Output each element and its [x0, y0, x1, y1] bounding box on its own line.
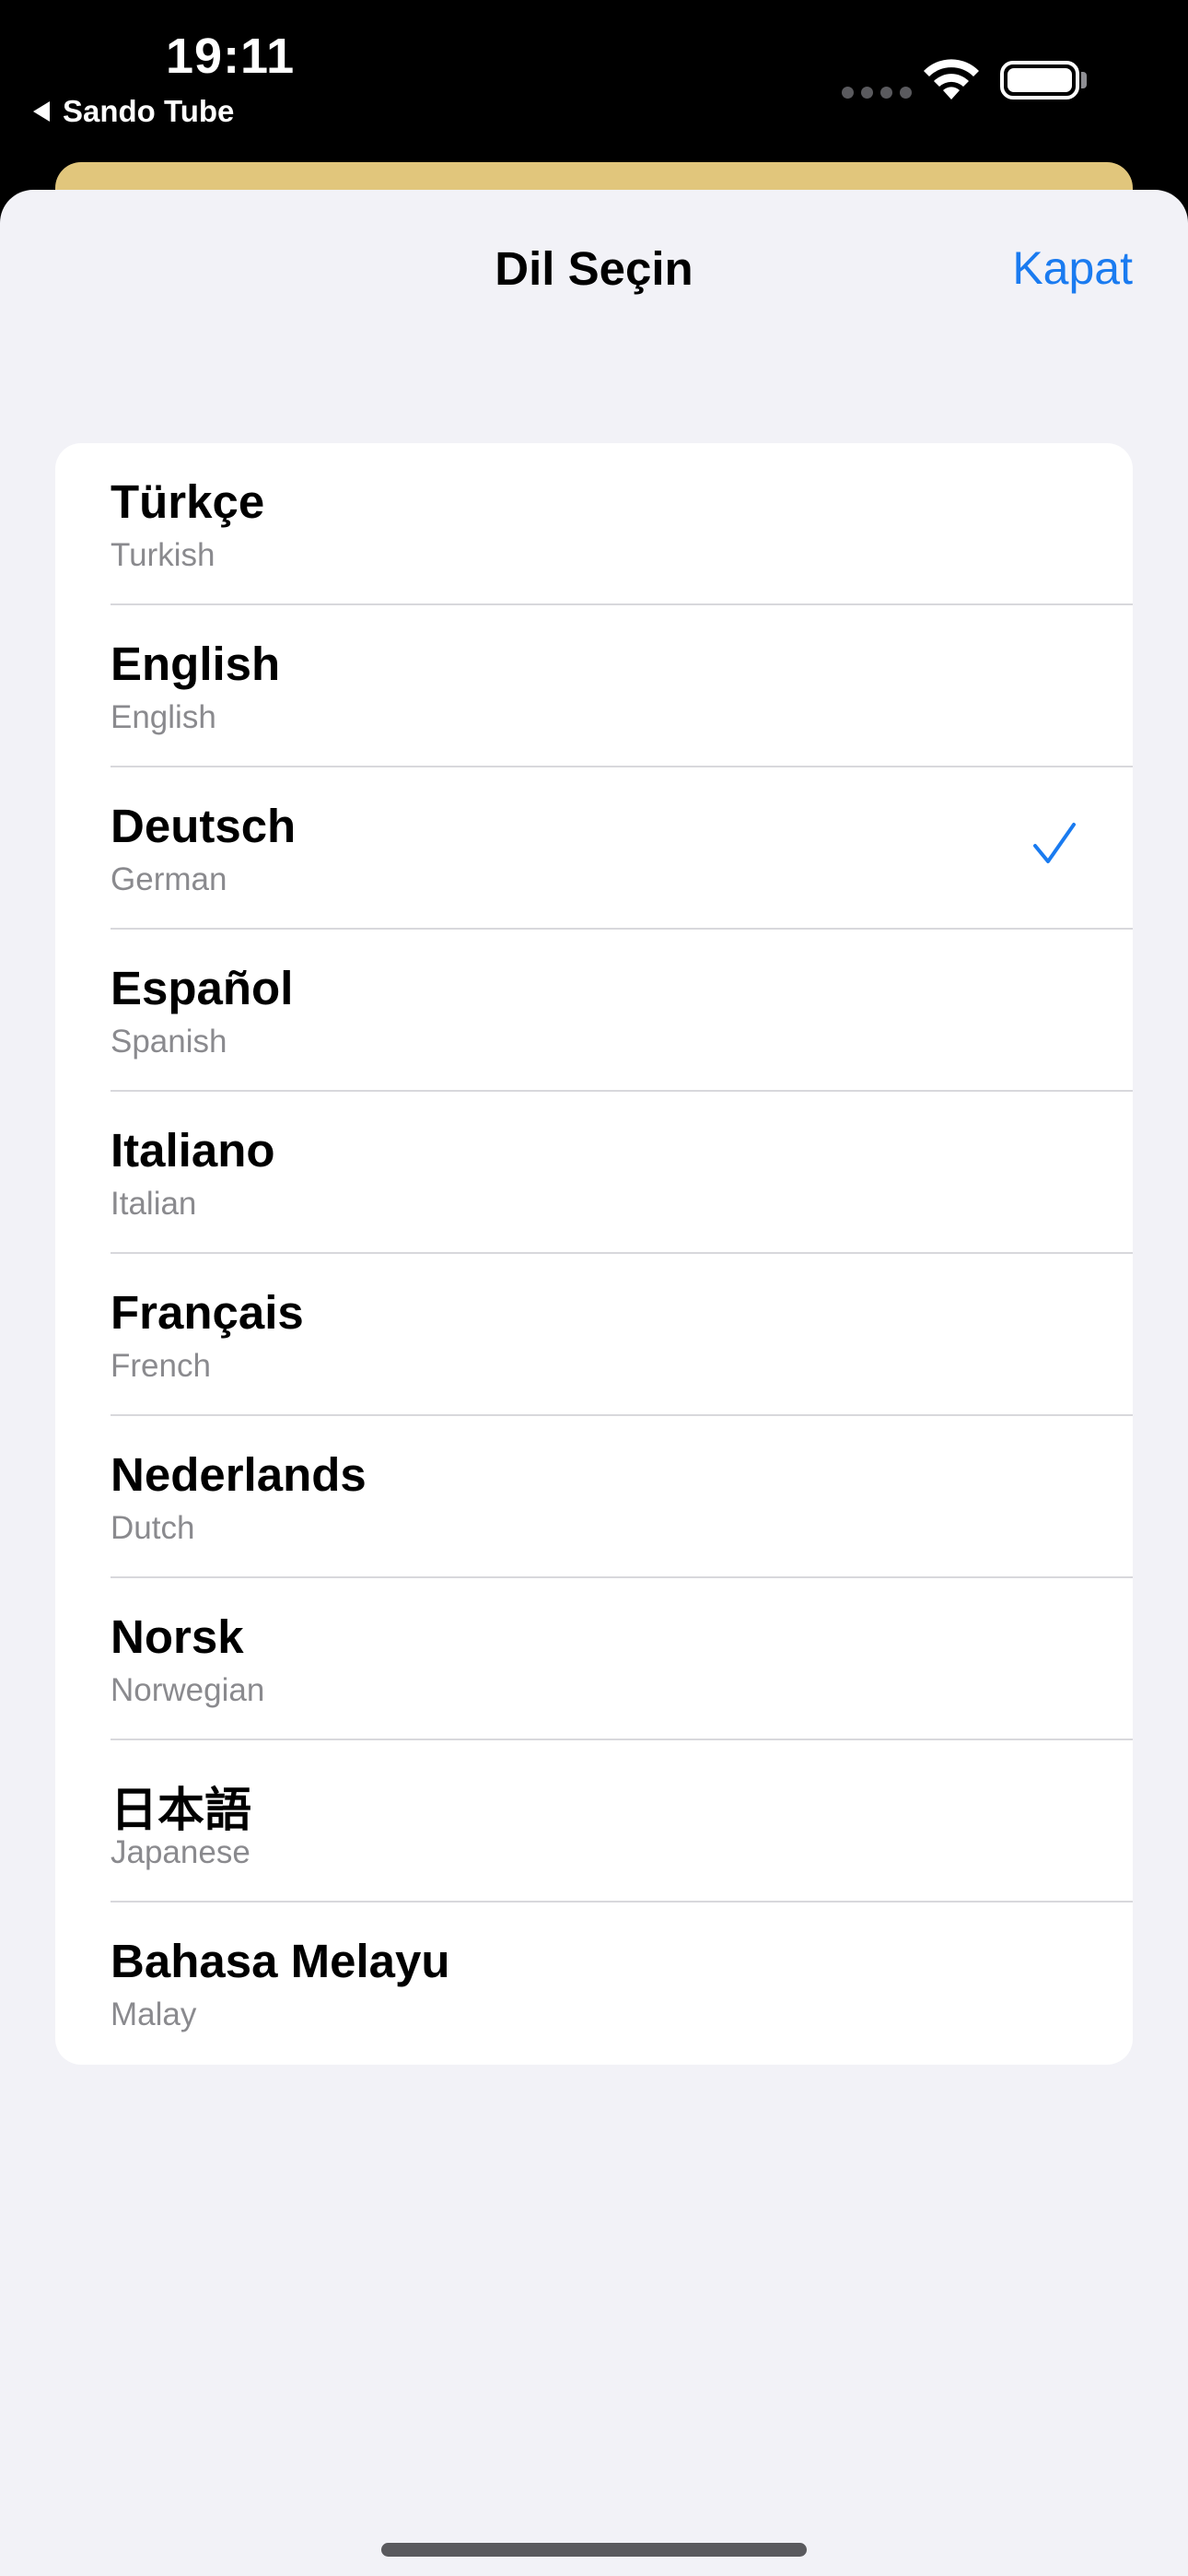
home-indicator[interactable] [381, 2543, 807, 2557]
back-app-label: Sando Tube [63, 94, 235, 128]
status-bar: 19:11 Sando Tube [0, 0, 1188, 166]
language-row[interactable]: Bahasa Melayu Malay [55, 1903, 1133, 2065]
sheet-title: Dil Seçin [495, 242, 693, 295]
language-english-name: Japanese [111, 1834, 250, 1870]
language-row[interactable]: Norsk Norwegian [55, 1578, 1133, 1740]
language-native-name: Français [111, 1286, 304, 1339]
language-english-name: Spanish [111, 1024, 227, 1060]
language-list: Türkçe Turkish English English Deutsch German… [55, 443, 1133, 2065]
language-row[interactable]: Nederlands Dutch [55, 1416, 1133, 1578]
language-row[interactable]: Español Spanish [55, 930, 1133, 1092]
language-native-name: Bahasa Melayu [111, 1935, 450, 1987]
close-button[interactable]: Kapat [1012, 241, 1133, 295]
language-english-name: Turkish [111, 537, 215, 573]
status-time: 19:11 [166, 29, 296, 84]
language-row[interactable]: Deutsch German [55, 767, 1133, 930]
language-native-name: Deutsch [111, 800, 297, 852]
language-english-name: English [111, 699, 216, 735]
language-native-name: Español [111, 962, 294, 1014]
language-english-name: Dutch [111, 1510, 195, 1546]
language-english-name: German [111, 861, 227, 897]
checkmark-icon [1033, 823, 1076, 863]
language-english-name: French [111, 1348, 211, 1384]
back-triangle-icon [33, 101, 50, 122]
battery-cap [1081, 72, 1087, 88]
language-sheet: Dil Seçin Kapat Türkçe Turkish English Engl… [0, 190, 1188, 2576]
language-native-name: Türkçe [111, 475, 265, 528]
signal-dots-icon [842, 87, 912, 99]
language-native-name: English [111, 638, 281, 690]
back-to-app-button[interactable]: Sando Tube [33, 94, 234, 129]
language-native-name: Italiano [111, 1124, 275, 1177]
battery-icon [1000, 61, 1079, 100]
language-native-name: 日本語 [111, 1784, 252, 1836]
wifi-icon [924, 59, 979, 100]
language-row[interactable]: English English [55, 605, 1133, 767]
language-row[interactable]: Français French [55, 1254, 1133, 1416]
language-english-name: Norwegian [111, 1672, 265, 1708]
language-english-name: Malay [111, 1996, 197, 2032]
language-native-name: Nederlands [111, 1448, 367, 1501]
language-row[interactable]: Italiano Italian [55, 1092, 1133, 1254]
language-english-name: Italian [111, 1186, 197, 1222]
language-row[interactable]: 日本語 Japanese [55, 1740, 1133, 1903]
language-row[interactable]: Türkçe Turkish [55, 443, 1133, 605]
language-native-name: Norsk [111, 1610, 244, 1663]
